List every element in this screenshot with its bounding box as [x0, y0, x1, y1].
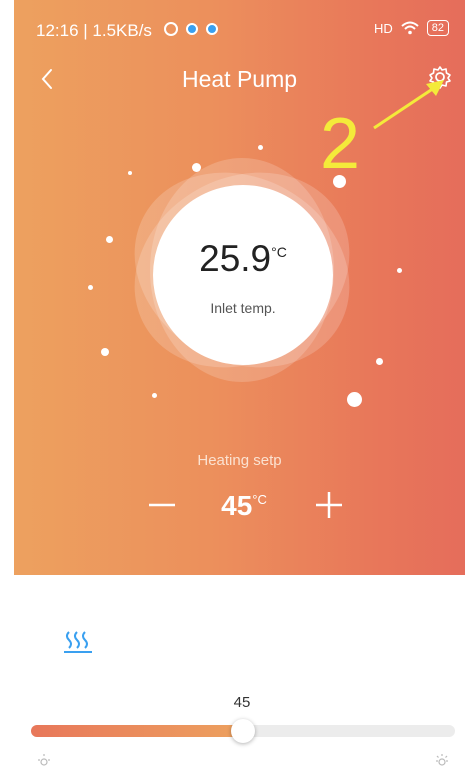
spark-dot — [88, 285, 93, 290]
plus-icon[interactable] — [312, 488, 346, 522]
slider-value-label: 45 — [233, 694, 251, 711]
setpoint-unit: °C — [252, 492, 267, 507]
inlet-temp-number: 25.9 — [199, 238, 272, 279]
slider-fill — [31, 725, 243, 737]
spark-dot — [101, 348, 109, 356]
spark-dot — [397, 268, 402, 273]
app-screen: 12:16 | 1.5KB/s HD 82 Heat Pump 2 25.9°C… — [14, 0, 465, 771]
setpoint-slider[interactable] — [31, 719, 455, 743]
spark-dot — [152, 393, 157, 398]
minus-icon[interactable] — [145, 488, 179, 522]
sun-high-icon — [436, 754, 448, 766]
inlet-temp-label: Inlet temp. — [210, 300, 276, 316]
heating-setpoint-label: Heating setp — [197, 452, 282, 469]
spark-dot — [347, 392, 362, 407]
inlet-temp-unit: °C — [271, 244, 287, 260]
spark-dot — [128, 171, 132, 175]
spark-dot — [333, 175, 346, 188]
slider-thumb[interactable] — [231, 719, 255, 743]
spark-dot — [376, 358, 383, 365]
spark-dot — [258, 145, 263, 150]
heating-waves-icon[interactable] — [62, 630, 94, 654]
sun-low-icon — [38, 754, 50, 766]
spark-dot — [106, 236, 113, 243]
heating-setpoint-value: 45°C — [194, 490, 294, 522]
setpoint-number: 45 — [221, 490, 253, 521]
spark-dot — [192, 163, 201, 172]
inlet-temp-value: 25.9°C — [153, 238, 333, 280]
